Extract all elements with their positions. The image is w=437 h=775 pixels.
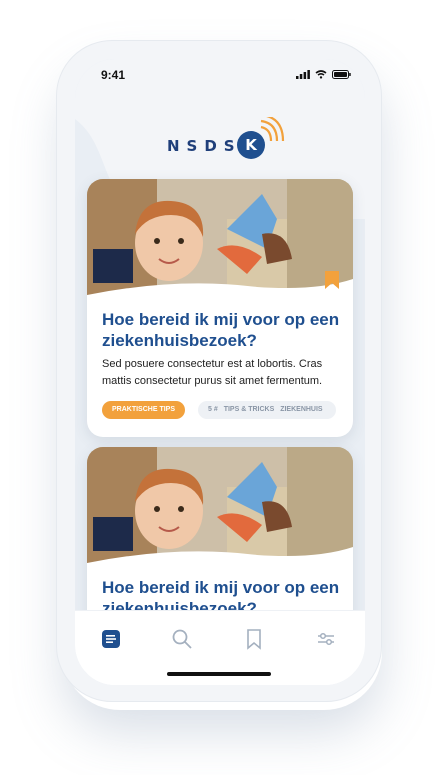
status-bar: 9:41 — [75, 65, 365, 87]
tag-secondary[interactable]: 5 # TIPS & TRICKS ZIEKENHUIS — [198, 401, 336, 419]
status-time: 9:41 — [101, 68, 126, 82]
articles-icon[interactable] — [99, 627, 123, 651]
signal-waves-icon — [260, 117, 285, 142]
child-photo-illustration — [87, 447, 353, 571]
article-photo — [87, 179, 353, 303]
battery-icon — [332, 70, 351, 79]
signal-icon — [296, 70, 310, 79]
filter-icon[interactable] — [314, 627, 338, 651]
tab-bar — [75, 610, 365, 685]
tag-count: 5 # — [208, 406, 218, 413]
bookmark-icon[interactable] — [325, 271, 339, 289]
tag-label: TIPS & TRICKS — [223, 406, 275, 413]
article-card[interactable]: Hoe bereid ik mij voor op een ziekenhuis… — [87, 179, 353, 437]
nsdsk-logo: NSDS K — [145, 117, 295, 163]
tag-row: PRAKTISCHE TIPS 5 # TIPS & TRICKS ZIEKEN… — [102, 401, 338, 421]
tag-primary[interactable]: PRAKTISCHE TIPS — [102, 401, 186, 419]
card-title[interactable]: Hoe bereid ik mij voor op een ziekenhuis… — [102, 309, 342, 351]
bookmark-icon[interactable] — [242, 627, 266, 651]
app-screen: 9:41 NSDS K Hoe bereid ik mij voor op ee… — [75, 59, 365, 685]
home-indicator — [167, 672, 271, 676]
card-body: Hoe bereid ik mij voor op een ziekenhuis… — [102, 309, 342, 390]
wifi-icon — [315, 70, 327, 79]
phone-frame: 9:41 NSDS K Hoe bereid ik mij voor op ee… — [56, 40, 382, 702]
child-photo-illustration — [87, 179, 353, 303]
card-description: Sed posuere consectetur est at lobortis.… — [102, 358, 323, 387]
status-icons — [296, 70, 351, 79]
logo-text: NSDS — [167, 137, 242, 155]
tag-label: ZIEKENHUIS — [280, 406, 323, 413]
article-photo — [87, 447, 353, 571]
search-icon[interactable] — [170, 627, 194, 651]
